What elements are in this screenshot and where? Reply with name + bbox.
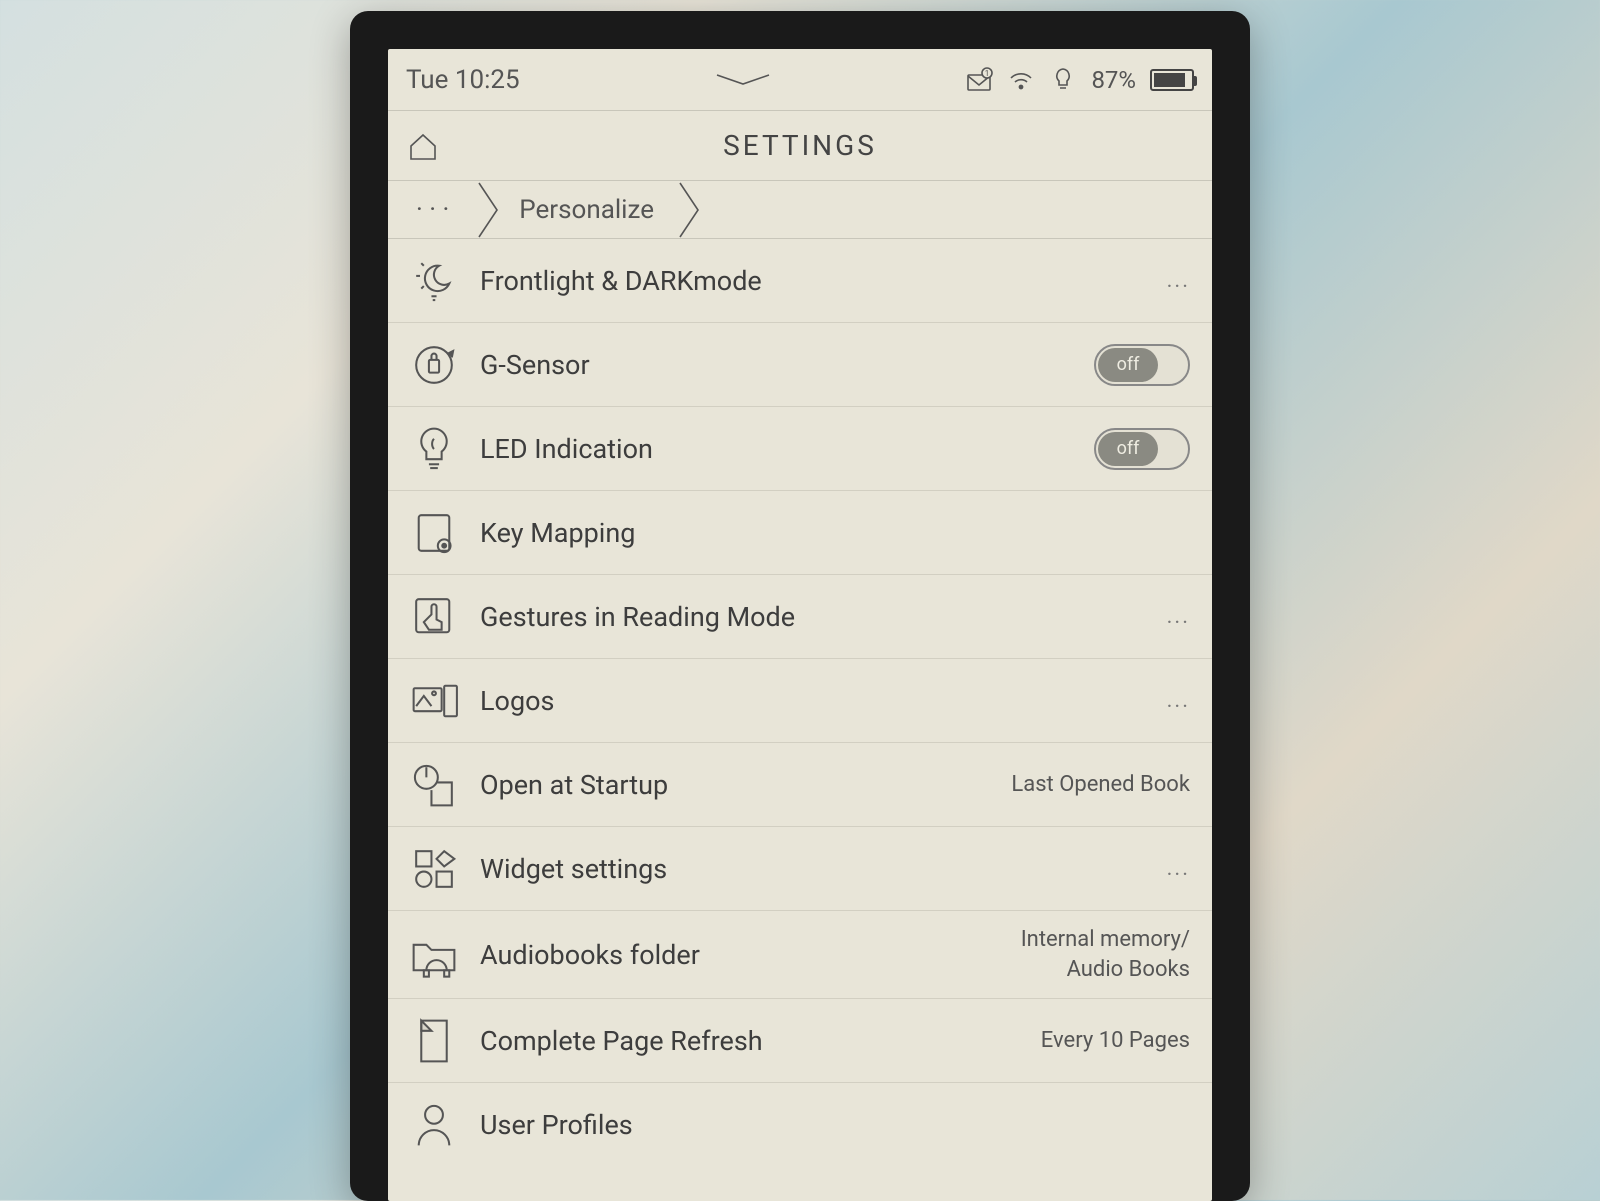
row-label: User Profiles <box>480 1109 1190 1141</box>
led-toggle[interactable]: off <box>1094 428 1190 470</box>
row-value: Last Opened Book <box>1011 770 1190 800</box>
page-fold-icon <box>406 1019 462 1063</box>
breadcrumb-current[interactable]: Personalize <box>501 181 678 238</box>
row-refresh[interactable]: Complete Page Refresh Every 10 Pages <box>388 999 1212 1083</box>
touch-gesture-icon <box>406 595 462 639</box>
row-label: Widget settings <box>480 853 1143 885</box>
page-header: SETTINGS <box>388 111 1212 181</box>
row-gestures[interactable]: Gestures in Reading Mode ... <box>388 575 1212 659</box>
row-value: Every 10 Pages <box>1041 1026 1190 1056</box>
row-label: Logos <box>480 685 1143 717</box>
row-profiles[interactable]: User Profiles <box>388 1083 1212 1167</box>
rotation-lock-icon <box>406 343 462 387</box>
gsensor-toggle[interactable]: off <box>1094 344 1190 386</box>
image-device-icon <box>406 679 462 723</box>
chevron-right-icon <box>477 181 501 239</box>
widgets-icon <box>406 847 462 891</box>
breadcrumb-root[interactable]: · · · <box>388 181 477 238</box>
row-label: G-Sensor <box>480 349 1076 381</box>
home-button[interactable] <box>388 111 458 181</box>
home-icon <box>405 128 441 164</box>
row-audiobooks[interactable]: Audiobooks folder Internal memory/ Audio… <box>388 911 1212 999</box>
breadcrumb-label: Personalize <box>519 195 654 225</box>
svg-text:1: 1 <box>985 69 990 78</box>
status-bar: Tue 10:25 1 87% <box>388 49 1212 111</box>
row-startup[interactable]: Open at Startup Last Opened Book <box>388 743 1212 827</box>
row-keymapping[interactable]: Key Mapping <box>388 491 1212 575</box>
mail-icon: 1 <box>965 66 993 94</box>
moon-bulb-icon <box>406 259 462 303</box>
row-label: Frontlight & DARKmode <box>480 265 1143 297</box>
ellipsis-icon: · · · <box>416 195 449 225</box>
row-frontlight[interactable]: Frontlight & DARKmode ... <box>388 239 1212 323</box>
page-title: SETTINGS <box>388 129 1212 162</box>
row-label: Open at Startup <box>480 769 993 801</box>
tablet-gear-icon <box>406 511 462 555</box>
breadcrumb: · · · Personalize <box>388 181 1212 239</box>
power-book-icon <box>406 763 462 807</box>
row-gsensor[interactable]: G-Sensor off <box>388 323 1212 407</box>
lightbulb-icon <box>406 427 462 471</box>
row-label: Gestures in Reading Mode <box>480 601 1143 633</box>
row-value: Internal memory/ Audio Books <box>1021 925 1190 984</box>
more-icon: ... <box>1161 604 1190 629</box>
more-icon: ... <box>1161 688 1190 713</box>
row-widgets[interactable]: Widget settings ... <box>388 827 1212 911</box>
wifi-icon <box>1007 66 1035 94</box>
row-logos[interactable]: Logos ... <box>388 659 1212 743</box>
row-label: LED Indication <box>480 433 1076 465</box>
bulb-icon <box>1049 66 1077 94</box>
pulldown-chevron-icon[interactable] <box>713 73 773 87</box>
chevron-right-icon <box>678 181 702 239</box>
settings-list: Frontlight & DARKmode ... G-Sensor off L… <box>388 239 1212 1167</box>
more-icon: ... <box>1161 856 1190 881</box>
row-label: Complete Page Refresh <box>480 1025 1023 1057</box>
row-label: Key Mapping <box>480 517 1190 549</box>
user-icon <box>406 1103 462 1147</box>
folder-headphones-icon <box>406 933 462 977</box>
battery-icon <box>1150 69 1194 91</box>
more-icon: ... <box>1161 268 1190 293</box>
clock-text: Tue 10:25 <box>406 65 520 95</box>
battery-percent: 87% <box>1091 66 1136 94</box>
row-led[interactable]: LED Indication off <box>388 407 1212 491</box>
row-label: Audiobooks folder <box>480 939 1003 971</box>
